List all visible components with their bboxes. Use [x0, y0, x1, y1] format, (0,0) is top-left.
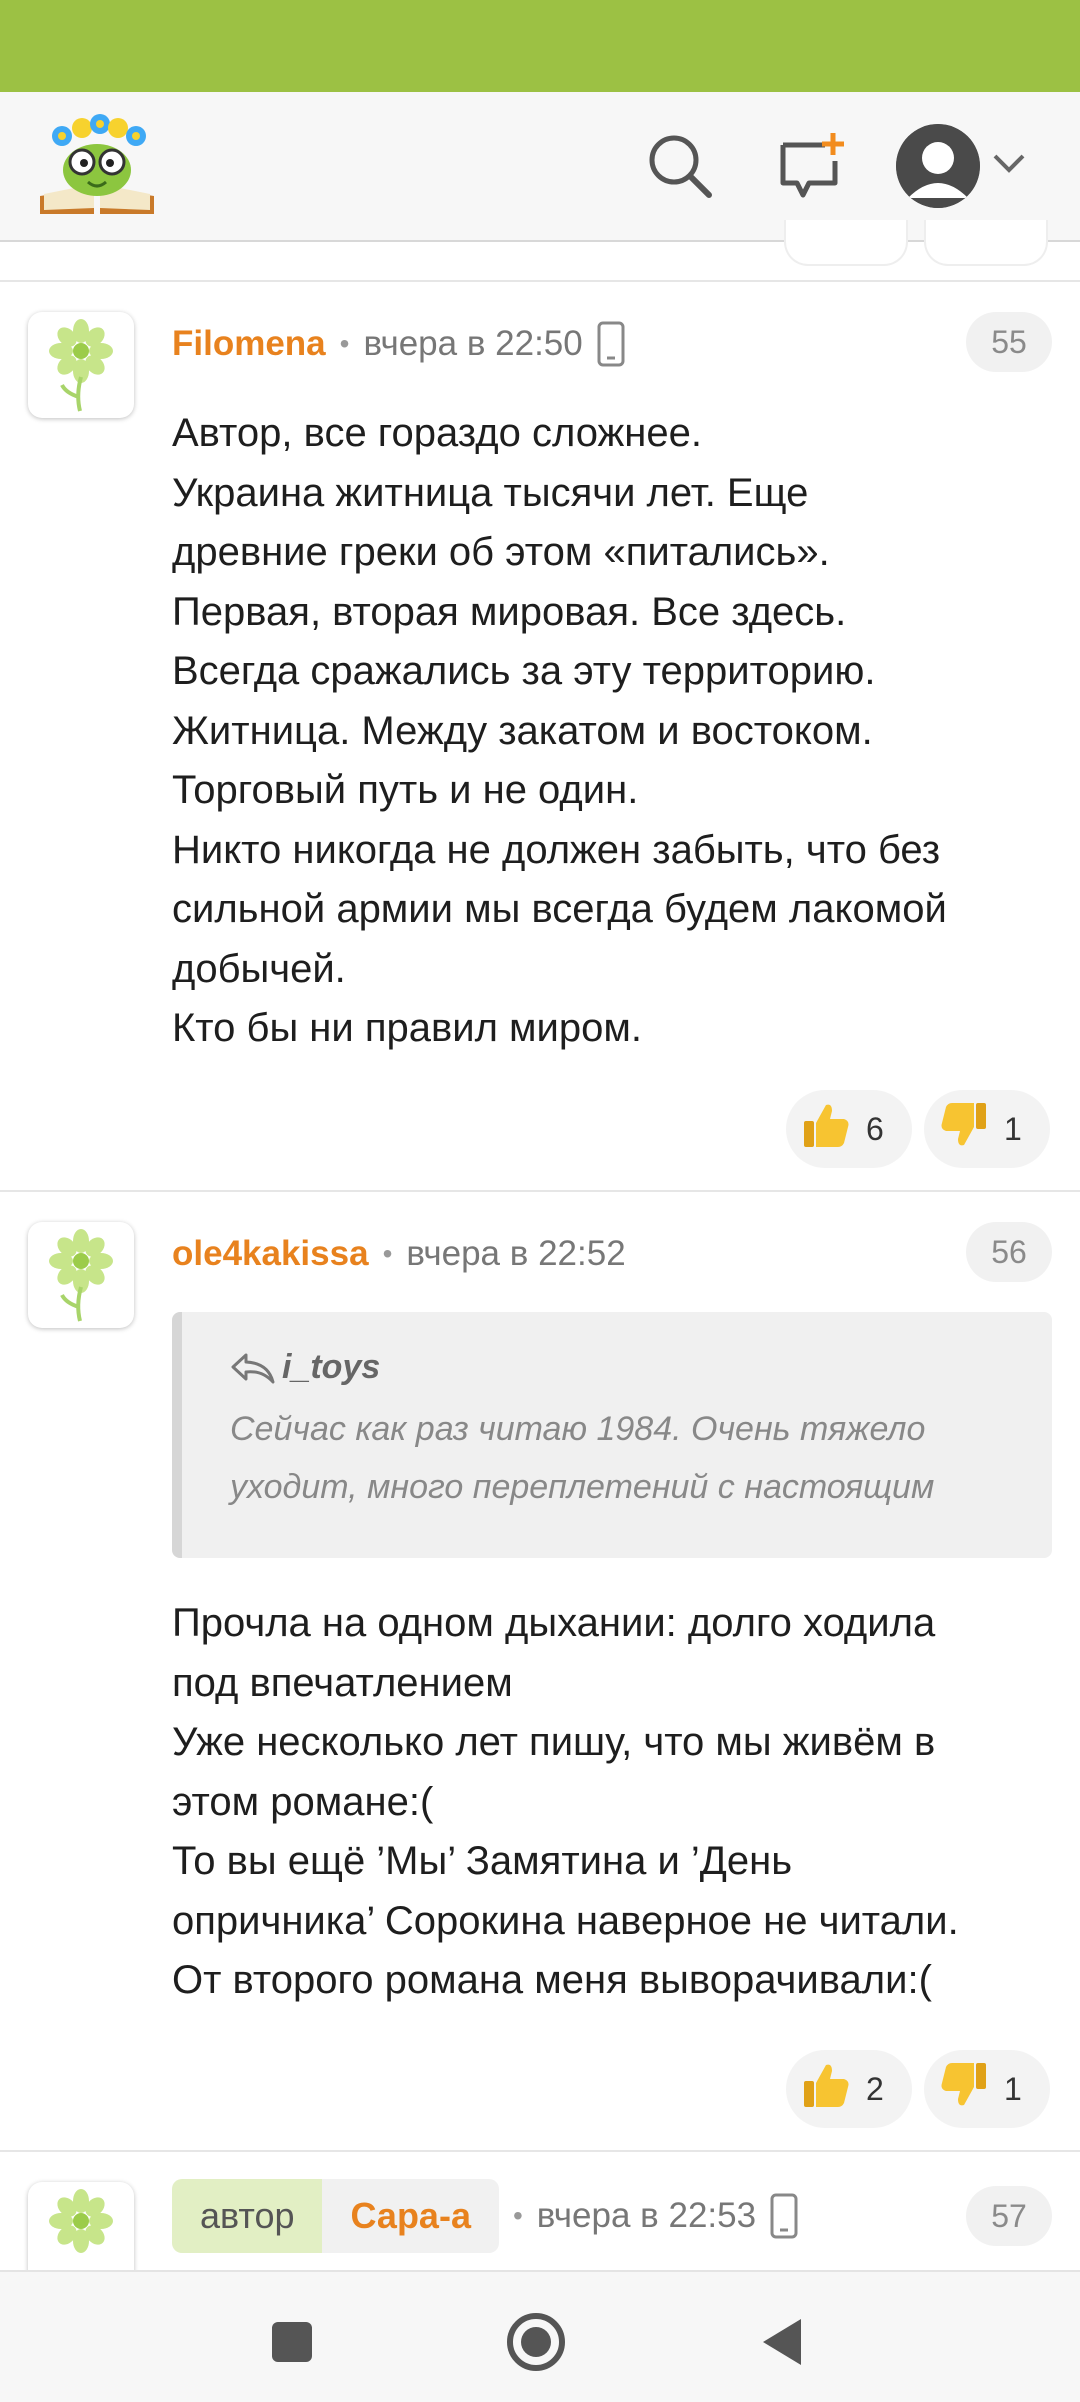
author-tag: автор [172, 2179, 323, 2253]
chevron-down-icon [992, 153, 1026, 180]
comment-text: Автор, все гораздо сложнее. Украина житн… [172, 411, 947, 1050]
comment-author[interactable]: Filomena [172, 324, 326, 364]
divider [0, 1190, 1080, 1192]
like-button[interactable]: 2 [786, 2050, 912, 2128]
recent-apps-button[interactable] [252, 2302, 332, 2382]
like-count: 6 [866, 1110, 884, 1147]
previous-vote-buttons [0, 220, 1080, 280]
comment-author[interactable]: Сара-а [322, 2179, 499, 2253]
comment-number-badge[interactable]: 55 [966, 312, 1052, 372]
comment-author[interactable]: ole4kakissa [172, 1234, 369, 1274]
dislike-count: 1 [1004, 2070, 1022, 2107]
quoted-comment[interactable]: i_toys Сейчас как раз читаю 1984. Очень … [172, 1312, 1052, 1558]
status-bar [0, 0, 1080, 92]
dislike-count: 1 [1004, 1110, 1022, 1147]
thumbs-up-icon [800, 2059, 852, 2119]
phone-icon [770, 2193, 798, 2239]
comment: Filomena • вчера в 22:50 55 Автор, все г… [0, 300, 1080, 1190]
divider [0, 280, 1080, 282]
avatar[interactable] [28, 312, 134, 418]
comment-number-badge[interactable]: 56 [966, 1222, 1052, 1282]
comment: ole4kakissa • вчера в 22:52 56 i_toys Се… [0, 1210, 1080, 2150]
thumbs-down-icon [938, 1099, 990, 1159]
thumbs-up-icon [800, 1099, 852, 1159]
account-menu[interactable] [896, 120, 1046, 212]
new-post-icon[interactable] [772, 126, 852, 206]
comment-meta: автор Сара-а • вчера в 22:53 [172, 2178, 798, 2254]
comment-time: вчера в 22:50 [363, 324, 583, 363]
dislike-button[interactable]: 1 [924, 1090, 1050, 1168]
system-nav-bar [0, 2270, 1080, 2402]
site-logo[interactable] [32, 110, 162, 220]
thumbs-down-icon [938, 2059, 990, 2119]
comment-meta: ole4kakissa • вчера в 22:52 [172, 1234, 626, 1274]
like-count: 2 [866, 2070, 884, 2107]
comment-time: вчера в 22:53 [536, 2196, 757, 2235]
quote-author: i_toys [230, 1348, 380, 1387]
like-button[interactable]: 6 [786, 1090, 912, 1168]
comment-number-badge[interactable]: 57 [966, 2186, 1052, 2246]
divider [0, 2150, 1080, 2152]
comment: автор Сара-а • вчера в 22:53 57 [0, 2170, 1080, 2270]
app-header [0, 92, 1080, 242]
dislike-button[interactable]: 1 [924, 2050, 1050, 2128]
comment-text: Прочла на одном дыхании: долго ходила по… [172, 1601, 959, 2002]
comment-meta: Filomena • вчера в 22:50 [172, 316, 625, 372]
back-button[interactable] [742, 2302, 822, 2382]
home-button[interactable] [496, 2302, 576, 2382]
comment-time: вчера в 22:52 [406, 1234, 626, 1273]
phone-icon [597, 321, 625, 367]
avatar[interactable] [28, 1222, 134, 1328]
avatar[interactable] [28, 2182, 134, 2270]
quote-text: Сейчас как раз читаю 1984. Очень тяжело … [230, 1410, 935, 1506]
reply-arrow-icon [230, 1351, 276, 1385]
avatar-icon [896, 124, 980, 208]
search-icon[interactable] [640, 126, 720, 206]
